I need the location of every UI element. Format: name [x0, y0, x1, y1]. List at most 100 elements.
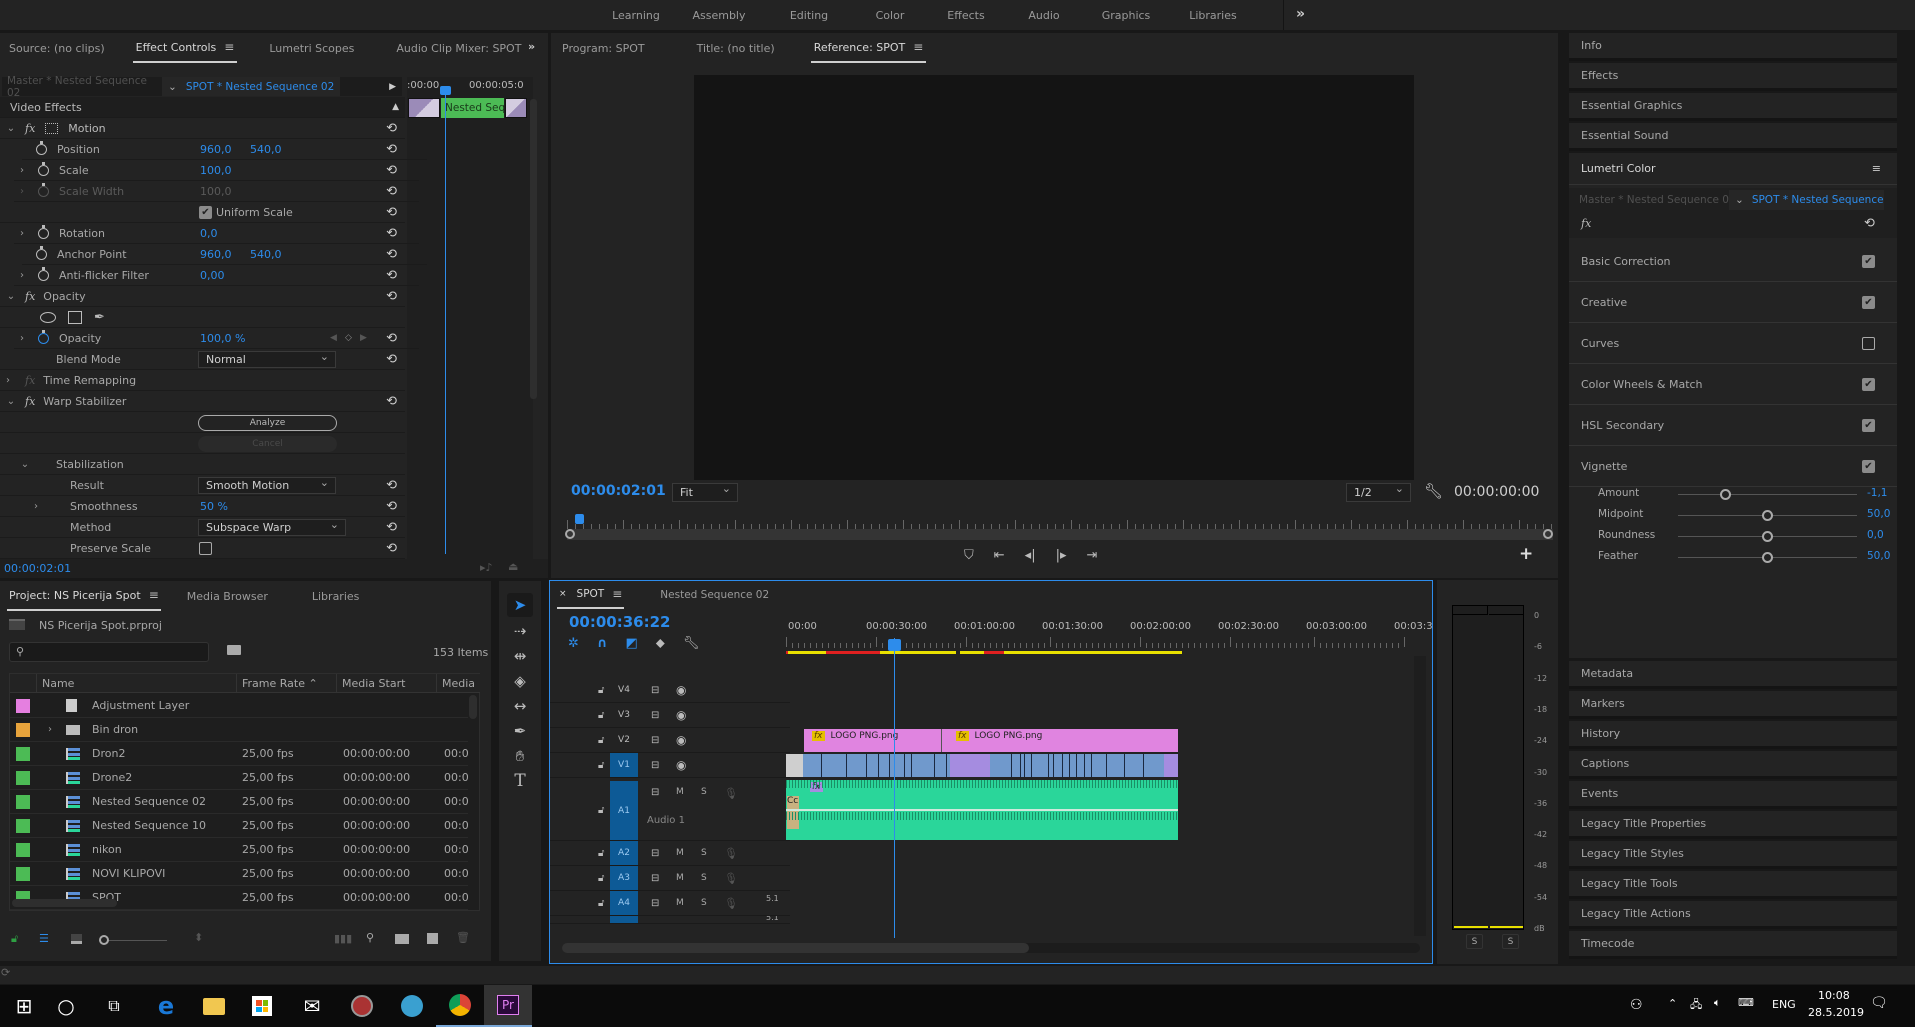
find-bin-icon[interactable]: [227, 645, 241, 655]
lumetri-section-checkbox[interactable]: ✔: [1862, 377, 1875, 391]
chrome-icon[interactable]: [436, 985, 484, 1027]
tab-source[interactable]: Source: (no clips): [0, 33, 119, 63]
method-dropdown[interactable]: Subspace Warp: [198, 518, 346, 536]
track-lock-icon[interactable]: 🔓︎: [598, 735, 604, 746]
collapse-chevron-icon[interactable]: ⌄: [3, 396, 19, 407]
label-color-swatch[interactable]: [16, 794, 30, 809]
ripple-edit-icon[interactable]: ⇹: [509, 645, 531, 667]
sync-lock-icon[interactable]: ⊟: [651, 735, 659, 746]
peak-indicator-right[interactable]: [1489, 606, 1524, 615]
hand-tool-icon[interactable]: ✋︎: [509, 745, 531, 767]
panel-menu-icon[interactable]: ≡: [149, 588, 159, 602]
voice-over-record-icon[interactable]: 🎙︎: [724, 847, 738, 860]
timeline-h-scrollbar[interactable]: [562, 943, 1420, 953]
linked-selection-icon[interactable]: ◩: [625, 636, 637, 651]
lumetri-section-checkbox[interactable]: [1862, 336, 1875, 350]
project-row[interactable]: Dron2 25,00 fps 00:00:00:00 00:0: [10, 742, 469, 766]
track-target-a1[interactable]: A1: [610, 781, 638, 840]
transform-icon[interactable]: [45, 122, 59, 134]
thumbnail-size-slider[interactable]: [99, 935, 167, 945]
v2-clip-logo-1[interactable]: fx LOGO PNG.png: [804, 729, 941, 752]
result-dropdown[interactable]: Smooth Motion: [198, 476, 336, 494]
tab-effect-controls[interactable]: Effect Controls ≡: [132, 33, 238, 63]
reset-icon[interactable]: ⟲: [386, 541, 397, 556]
label-color-swatch[interactable]: [16, 866, 30, 881]
fx-icon[interactable]: fx: [1581, 217, 1591, 230]
step-forward-icon[interactable]: |▸: [1056, 548, 1067, 563]
snap-magnet-icon[interactable]: ∩: [597, 636, 608, 651]
project-up-folder-icon[interactable]: [9, 619, 25, 630]
track-lock-icon[interactable]: 🔓︎: [598, 898, 604, 909]
fit-dropdown[interactable]: Fit: [672, 482, 738, 502]
column-media-end[interactable]: Media E: [437, 674, 477, 693]
v2-clip-logo-2[interactable]: fx LOGO PNG.png: [941, 729, 1178, 752]
panel-menu-icon[interactable]: ≡: [1872, 162, 1881, 175]
lumetri-section-basic-correction[interactable]: Basic Correction ✔: [1569, 241, 1897, 282]
lock-icon[interactable]: 🔓︎: [11, 932, 18, 946]
razor-tool-icon[interactable]: ◈: [509, 670, 531, 692]
voice-over-record-icon[interactable]: 🎙︎: [724, 787, 738, 800]
stopwatch-icon[interactable]: [36, 245, 47, 260]
tab-title[interactable]: Title: (no title): [683, 33, 789, 63]
resolution-dropdown[interactable]: 1/2: [1346, 482, 1411, 502]
reset-icon[interactable]: ⟲: [386, 478, 397, 493]
mute-button[interactable]: M: [676, 873, 684, 883]
track-target-a3[interactable]: A3: [610, 866, 638, 890]
step-back-icon[interactable]: ◂|: [1025, 548, 1036, 563]
workspace-audio[interactable]: Audio: [1006, 9, 1082, 22]
track-target-a4[interactable]: A4: [610, 891, 638, 915]
reset-icon[interactable]: ⟲: [386, 247, 397, 262]
scale-value[interactable]: 100,0: [200, 164, 232, 177]
v1-nested-clip-end[interactable]: [1164, 754, 1178, 777]
mini-playhead-handle[interactable]: [440, 86, 451, 95]
add-keyframe-icon[interactable]: ◇: [345, 333, 352, 343]
track-lock-icon[interactable]: 🔓︎: [598, 710, 604, 721]
collapse-chevron-icon[interactable]: ⌄: [3, 123, 19, 134]
track-target-v4[interactable]: V4: [610, 678, 638, 702]
tab-reference[interactable]: Reference: SPOT ≡: [810, 33, 927, 63]
table-v-scrollbar[interactable]: [469, 695, 477, 719]
edge-icon[interactable]: e: [142, 985, 190, 1027]
solo-button[interactable]: S: [701, 787, 707, 797]
selection-tool-icon[interactable]: ➤: [507, 593, 533, 617]
workspace-editing[interactable]: Editing: [764, 9, 854, 22]
slider-knob[interactable]: [1761, 510, 1773, 521]
toggle-output-eye-icon[interactable]: ◉: [676, 683, 686, 697]
lumetri-section-checkbox[interactable]: ✔: [1862, 254, 1875, 268]
lumetri-section-checkbox[interactable]: ✔: [1862, 418, 1875, 432]
v1-clip-body[interactable]: [803, 754, 1178, 777]
workspace-graphics[interactable]: Graphics: [1082, 9, 1170, 22]
column-media-start[interactable]: Media Start: [337, 673, 437, 693]
previous-keyframe-icon[interactable]: ◀: [330, 333, 337, 343]
fx-icon[interactable]: fx: [25, 290, 35, 303]
blend-mode-dropdown[interactable]: Normal: [198, 350, 336, 368]
panel-info[interactable]: Info: [1569, 33, 1897, 61]
track-lock-icon[interactable]: 🔓︎: [598, 760, 604, 771]
panel-events[interactable]: Events: [1569, 781, 1897, 809]
stopwatch-icon[interactable]: [38, 266, 49, 281]
export-frame-icon[interactable]: ⏏: [508, 560, 518, 573]
tabs-overflow-icon[interactable]: »: [528, 40, 535, 53]
input-language[interactable]: ENG: [1772, 998, 1796, 1011]
opacity-effect-row[interactable]: ⌄ fx Opacity ⟲: [0, 286, 405, 307]
reset-icon[interactable]: ⟲: [386, 121, 397, 136]
track-target-v3[interactable]: V3: [610, 703, 638, 727]
lumetri-section-hsl-secondary[interactable]: HSL Secondary ✔: [1569, 405, 1897, 446]
panel-captions[interactable]: Captions: [1569, 751, 1897, 779]
panel-menu-icon[interactable]: ≡: [612, 587, 622, 601]
workspace-libraries[interactable]: Libraries: [1170, 9, 1256, 22]
settings-wrench-icon[interactable]: 🔧︎: [1424, 482, 1443, 500]
store-icon[interactable]: [238, 985, 286, 1027]
panel-essential-graphics[interactable]: Essential Graphics: [1569, 93, 1897, 121]
reset-icon[interactable]: ⟲: [386, 331, 397, 346]
lumetri-master-label[interactable]: Master * Nested Sequence 02: [1579, 194, 1736, 206]
scroll-up-icon[interactable]: ▲: [392, 102, 399, 112]
type-tool-icon[interactable]: T: [509, 770, 531, 792]
slider-knob[interactable]: [1761, 552, 1773, 563]
action-center-icon[interactable]: 🗨︎: [1870, 995, 1888, 1011]
tab-libraries[interactable]: Libraries: [298, 581, 374, 611]
show-hidden-icons[interactable]: ⌃: [1668, 997, 1677, 1010]
time-remapping-row[interactable]: › fx Time Remapping: [0, 370, 405, 391]
fx-icon[interactable]: fx: [25, 395, 35, 408]
expand-chevron-icon[interactable]: ›: [14, 333, 30, 344]
